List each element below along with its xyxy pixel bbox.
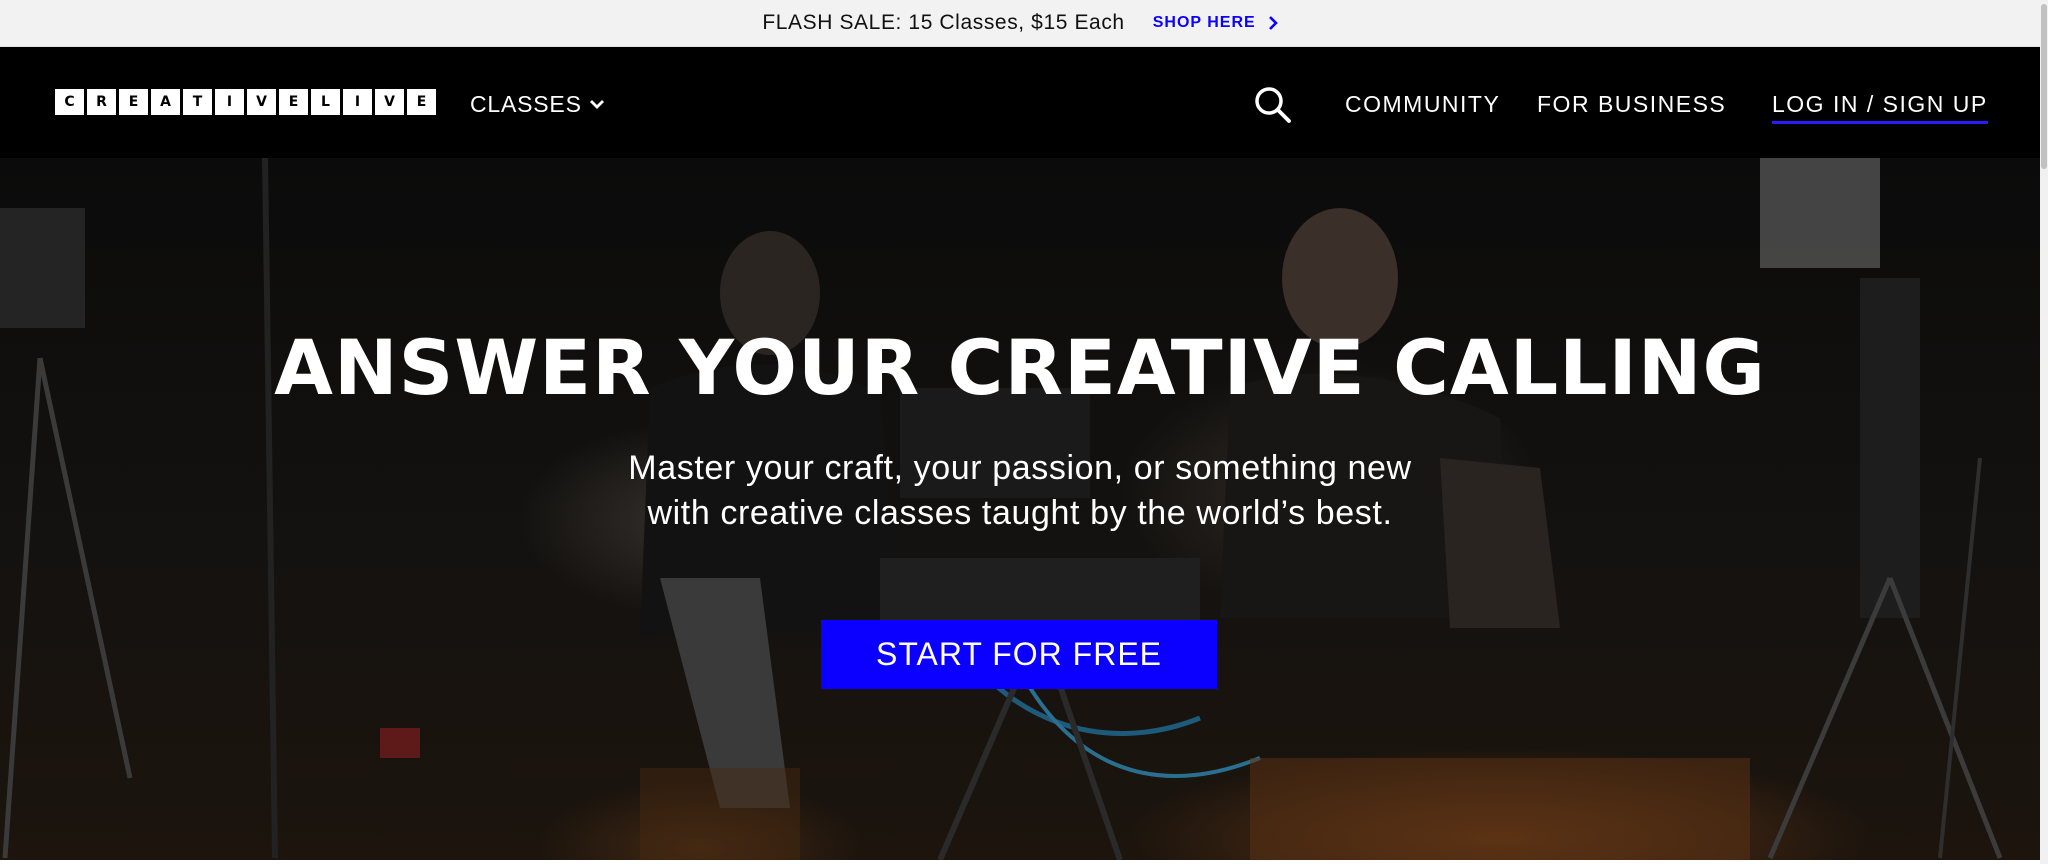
promo-bar: FLASH SALE: 15 Classes, $15 Each SHOP HE… [0, 0, 2040, 47]
nav-login-signup[interactable]: LOG IN / SIGN UP [1772, 91, 1988, 124]
logo-letter-tile: T [183, 89, 212, 115]
hero-title: ANSWER YOUR CREATIVE CALLING [274, 323, 1766, 412]
logo-letter-tile: C [55, 89, 84, 115]
promo-text: FLASH SALE: 15 Classes, $15 Each [762, 11, 1125, 34]
nav-for-business[interactable]: FOR BUSINESS [1537, 91, 1726, 118]
start-for-free-button[interactable]: START FOR FREE [821, 620, 1217, 689]
logo-letter-tile: V [247, 89, 276, 115]
classes-menu[interactable]: CLASSES [470, 91, 605, 118]
classes-label: CLASSES [470, 91, 582, 117]
vertical-scrollbar[interactable] [2040, 0, 2048, 864]
logo-letter-tile: E [407, 89, 436, 115]
nav-community[interactable]: COMMUNITY [1345, 91, 1500, 118]
logo-letter-tile: R [87, 89, 116, 115]
search-icon [1255, 87, 1291, 123]
logo-letter-tile: E [279, 89, 308, 115]
hero-subtitle-line-1: Master your craft, your passion, or some… [628, 449, 1412, 487]
logo-letter-tile: I [343, 89, 372, 115]
logo-letter-tile: L [311, 89, 340, 115]
chevron-down-icon [589, 99, 604, 109]
search-button[interactable] [1253, 85, 1293, 125]
page-bottom-edge [0, 860, 2040, 864]
site-header: CREATIVELIVE CLASSES COMMUNITY FOR BUSIN… [0, 47, 2040, 158]
scrollbar-thumb[interactable] [2041, 4, 2047, 169]
creativelive-logo[interactable]: CREATIVELIVE [55, 89, 436, 115]
hero-subtitle-line-2: with creative classes taught by the worl… [647, 494, 1393, 532]
hero-section: ANSWER YOUR CREATIVE CALLING Master your… [0, 158, 2040, 860]
hero-subtitle: Master your craft, your passion, or some… [0, 446, 2040, 536]
chevron-right-icon [1268, 16, 1278, 30]
logo-letter-tile: I [215, 89, 244, 115]
logo-letter-tile: V [375, 89, 404, 115]
logo-letter-tile: E [119, 89, 148, 115]
logo-letter-tile: A [151, 89, 180, 115]
shop-here-link[interactable]: SHOP HERE [1153, 14, 1278, 32]
page: FLASH SALE: 15 Classes, $15 Each SHOP HE… [0, 0, 2048, 864]
shop-here-label: SHOP HERE [1152, 14, 1256, 31]
